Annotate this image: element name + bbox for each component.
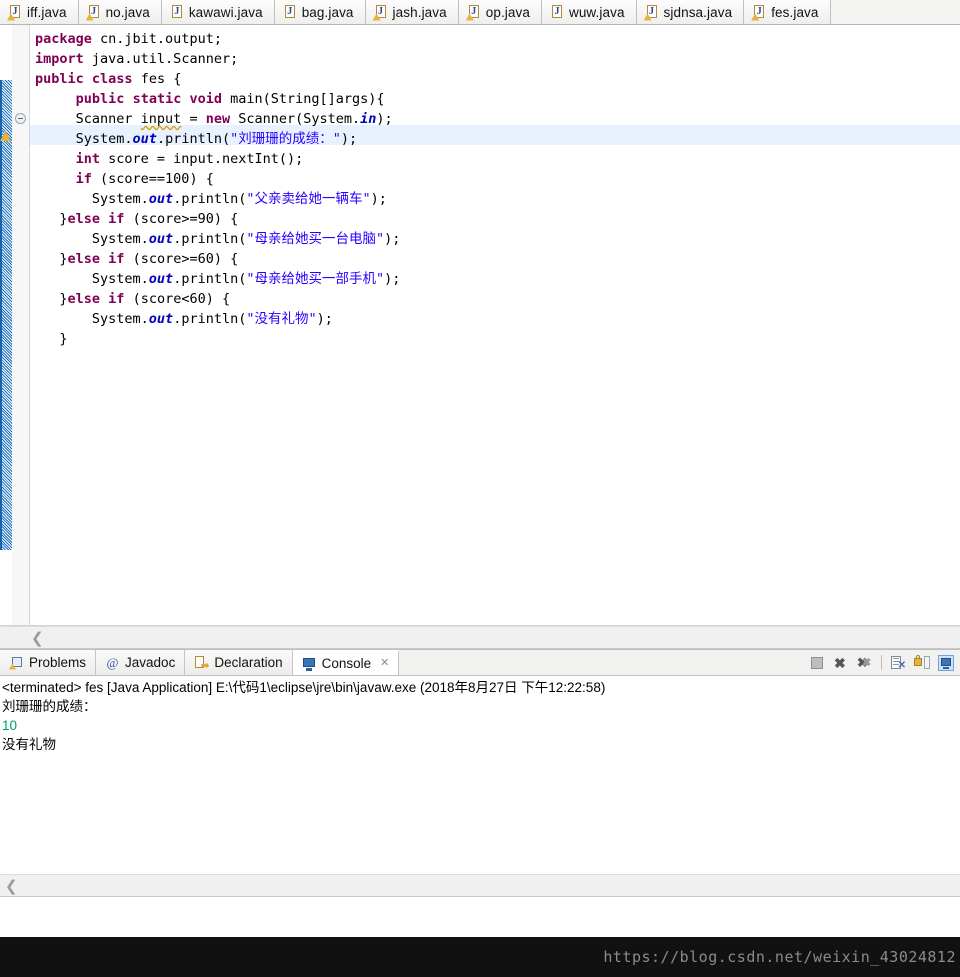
- view-tab-bar: Problems @ Javadoc Declaration Console ✕…: [0, 649, 960, 676]
- editor-tab-no-java[interactable]: J no.java: [78, 0, 162, 24]
- watermark-url: https://blog.csdn.net/weixin_43024812: [603, 948, 956, 966]
- tab-problems[interactable]: Problems: [0, 650, 97, 675]
- toolbar-divider: [881, 655, 882, 670]
- clear-console-button[interactable]: ✕: [890, 655, 906, 671]
- java-file-warning-icon: J: [465, 4, 481, 21]
- console-icon: [302, 657, 317, 671]
- editor-tab-wuw-java[interactable]: J wuw.java: [541, 0, 637, 24]
- editor-folding-ruler[interactable]: [12, 25, 30, 625]
- code-editor[interactable]: package cn.jbit.output; import java.util…: [0, 25, 960, 626]
- java-file-warning-icon: J: [7, 4, 22, 21]
- editor-tab-sjdnsa-java[interactable]: J sjdnsa.java: [636, 0, 745, 24]
- editor-tab-label: bag.java: [301, 4, 354, 20]
- console-horizontal-scrollbar[interactable]: ❮: [0, 874, 960, 897]
- tab-label: Console: [321, 656, 372, 671]
- close-icon[interactable]: ✕: [380, 658, 389, 669]
- declaration-icon: [194, 655, 210, 670]
- scroll-left-chevron-icon[interactable]: ❮: [5, 879, 18, 894]
- editor-horizontal-scrollbar[interactable]: ❮: [0, 626, 960, 649]
- scroll-left-chevron-icon[interactable]: ❮: [31, 631, 44, 646]
- console-output[interactable]: <terminated> fes [Java Application] E:\代…: [0, 676, 960, 874]
- tab-declaration[interactable]: Declaration: [185, 650, 293, 675]
- remove-console-button[interactable]: ✖: [833, 655, 849, 671]
- editor-overview-ruler[interactable]: [0, 25, 14, 625]
- source-code[interactable]: package cn.jbit.output; import java.util…: [30, 25, 960, 625]
- tab-label: Declaration: [214, 655, 283, 670]
- display-selected-console-button[interactable]: [938, 654, 954, 671]
- tab-label: Javadoc: [125, 655, 176, 670]
- editor-tab-iff-java[interactable]: J iff.java: [0, 0, 79, 24]
- java-file-warning-icon: J: [85, 4, 101, 21]
- console-toolbar: ✖ ✖ ✖ ✕: [809, 650, 960, 675]
- tab-label: Problems: [29, 655, 87, 670]
- editor-tab-label: sjdnsa.java: [663, 4, 733, 20]
- editor-tab-fes-java[interactable]: J fes.java: [744, 0, 831, 24]
- editor-tab-bar: J iff.java J no.java J kawawi.java J bag…: [0, 0, 960, 25]
- java-file-warning-icon: J: [643, 4, 659, 21]
- tab-javadoc[interactable]: @ Javadoc: [96, 650, 186, 675]
- editor-tab-jash-java[interactable]: J jash.java: [365, 0, 459, 24]
- divider: [0, 896, 960, 897]
- java-file-warning-icon: J: [751, 4, 766, 21]
- console-view-panel: Problems @ Javadoc Declaration Console ✕…: [0, 649, 960, 897]
- console-output-line: 没有礼物: [2, 737, 56, 752]
- editor-tab-label: no.java: [105, 4, 150, 20]
- scroll-lock-button[interactable]: [914, 654, 930, 671]
- fold-collapse-icon[interactable]: [15, 113, 26, 124]
- editor-tab-label: wuw.java: [568, 4, 625, 20]
- editor-tab-label: iff.java: [27, 4, 67, 20]
- editor-tab-label: fes.java: [771, 4, 819, 20]
- watermark-band: https://blog.csdn.net/weixin_43024812: [0, 937, 960, 977]
- editor-tab-op-java[interactable]: J op.java: [458, 0, 542, 24]
- tab-console[interactable]: Console ✕: [292, 650, 400, 675]
- editor-tab-kawawi-java[interactable]: J kawawi.java: [161, 0, 275, 24]
- javadoc-at-icon: @: [106, 654, 119, 670]
- editor-tab-label: op.java: [485, 4, 530, 20]
- editor-tab-label: kawawi.java: [188, 4, 263, 20]
- code-viewport[interactable]: package cn.jbit.output; import java.util…: [30, 25, 960, 625]
- java-file-warning-icon: J: [372, 4, 388, 21]
- terminate-button: [809, 655, 825, 671]
- editor-tab-bag-java[interactable]: J bag.java: [274, 0, 366, 24]
- editor-tab-label: jash.java: [392, 4, 447, 20]
- java-file-icon: J: [283, 4, 297, 20]
- console-output-line: 刘珊珊的成绩：: [2, 699, 97, 714]
- java-file-icon: J: [550, 4, 564, 20]
- java-file-icon: J: [170, 4, 184, 20]
- console-header-line: <terminated> fes [Java Application] E:\代…: [2, 680, 606, 695]
- remove-all-consoles-button[interactable]: ✖ ✖: [857, 655, 873, 671]
- console-output-line: 10: [2, 718, 18, 733]
- problems-icon: [9, 656, 24, 670]
